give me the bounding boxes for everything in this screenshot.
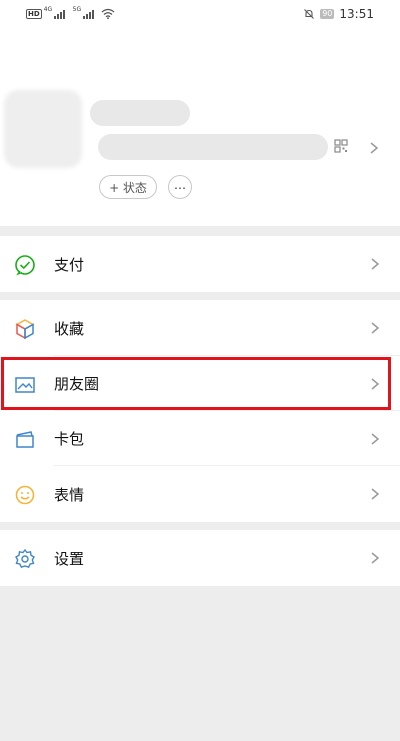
highlight-box <box>1 357 391 410</box>
favorites-cube-icon <box>15 319 35 340</box>
hd-icon: HD <box>26 8 42 19</box>
menu-item-label: 表情 <box>54 485 85 504</box>
settings-group: 设置 <box>0 530 400 586</box>
chevron-right-icon <box>371 258 380 270</box>
status-left: HD 4G 5G <box>26 5 115 19</box>
wechat-id-redacted <box>98 134 328 160</box>
card-wallet-icon <box>16 431 34 448</box>
nickname-redacted <box>90 100 190 126</box>
main-menu-group: 收藏 朋友圈 卡包 表情 <box>0 300 400 522</box>
more-button[interactable]: … <box>168 175 192 199</box>
more-label: … <box>174 178 186 192</box>
pay-icon <box>15 255 35 276</box>
add-status-button[interactable]: + 状态 <box>99 175 157 199</box>
battery-icon: 90 <box>320 9 335 19</box>
mute-icon <box>304 9 315 19</box>
gear-icon <box>15 548 35 569</box>
menu-item-label: 设置 <box>54 549 85 568</box>
network-gen-label: 4G <box>43 5 53 13</box>
signal-icon: 5G <box>72 5 94 19</box>
qr-code-icon[interactable] <box>334 139 348 153</box>
chevron-right-icon <box>371 552 380 564</box>
sticker-smile-icon <box>15 485 35 505</box>
menu-item-stickers[interactable]: 表情 <box>0 466 400 522</box>
menu-item-favorites[interactable]: 收藏 <box>0 300 400 356</box>
chevron-right-icon[interactable] <box>367 141 381 155</box>
clock-time: 13:51 <box>339 7 374 21</box>
avatar[interactable] <box>4 90 82 168</box>
chevron-right-icon <box>371 322 380 334</box>
menu-item-label: 支付 <box>54 255 85 274</box>
menu-item-settings[interactable]: 设置 <box>0 530 400 586</box>
status-bar: HD 4G 5G 90 13:51 <box>0 0 400 28</box>
menu-item-label: 收藏 <box>54 319 85 338</box>
chevron-right-icon <box>371 488 380 500</box>
menu-item-pay[interactable]: 支付 <box>0 236 400 292</box>
menu-item-cards[interactable]: 卡包 <box>0 411 400 466</box>
add-status-label: + 状态 <box>109 180 147 195</box>
signal-icon: 4G <box>43 5 65 19</box>
menu-item-label: 卡包 <box>54 430 85 448</box>
profile-header[interactable]: + 状态 … <box>0 28 400 226</box>
chevron-right-icon <box>371 433 380 445</box>
network-gen-label: 5G <box>72 5 82 13</box>
pay-group: 支付 <box>0 236 400 292</box>
wifi-icon <box>101 8 115 19</box>
status-right: 90 13:51 <box>303 7 374 21</box>
